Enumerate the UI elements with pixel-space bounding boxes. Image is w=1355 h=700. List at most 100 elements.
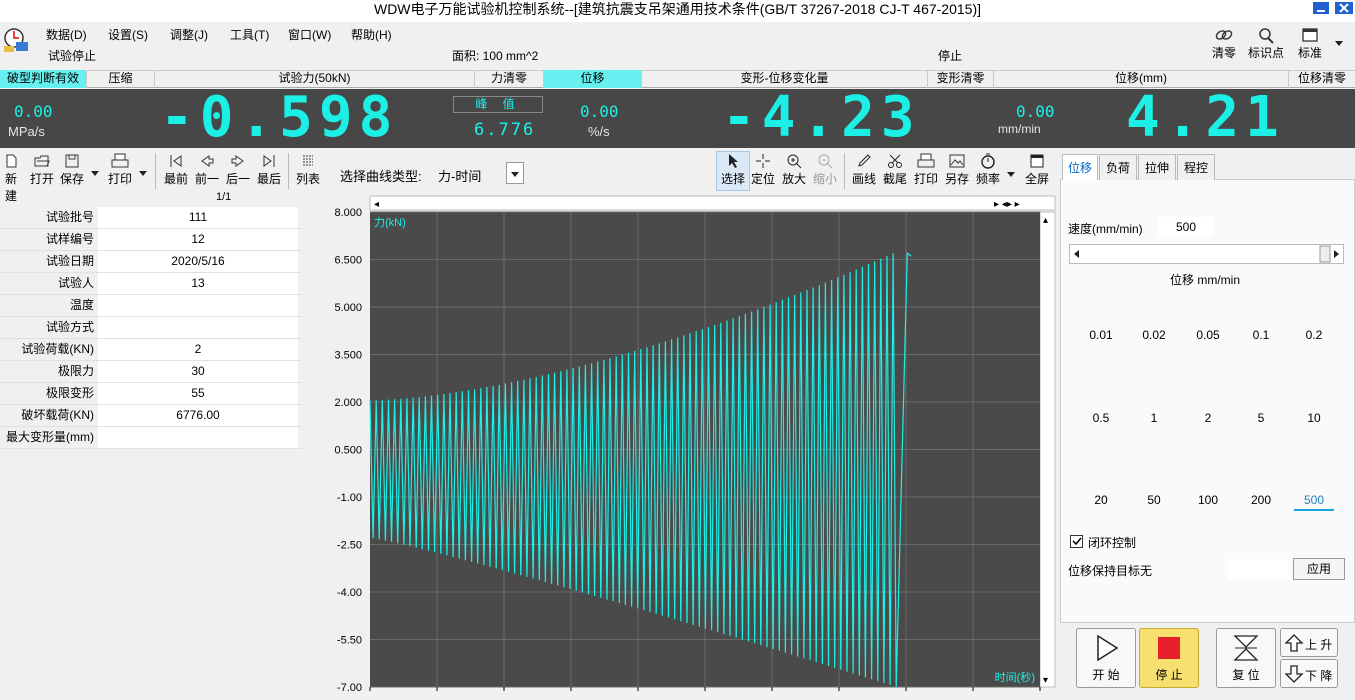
- down-button[interactable]: 下 降: [1280, 659, 1338, 688]
- speed-preset[interactable]: 0.5: [1081, 411, 1121, 429]
- chart-h-scrollbar[interactable]: [369, 195, 1056, 211]
- open-button[interactable]: 打开: [28, 153, 56, 187]
- break-check-indicator[interactable]: 破型判断有效: [0, 70, 87, 88]
- speed-preset[interactable]: 5: [1241, 411, 1281, 429]
- curve-type-dropdown[interactable]: [506, 162, 524, 184]
- reset-button[interactable]: 复 位: [1216, 628, 1276, 688]
- tab-program[interactable]: 程控: [1177, 154, 1215, 180]
- tab-displacement[interactable]: 位移: [1062, 154, 1098, 180]
- zoom-in-button[interactable]: 放大: [780, 153, 808, 187]
- next-arrow-icon: [231, 155, 244, 167]
- speed-preset[interactable]: 100: [1188, 493, 1228, 511]
- speed-preset[interactable]: 50: [1134, 493, 1174, 511]
- save-button[interactable]: 保存: [58, 153, 86, 187]
- form-value[interactable]: 111: [98, 207, 298, 228]
- curve-type-value[interactable]: 力-时间: [438, 166, 481, 185]
- cut-label: 截尾: [882, 172, 907, 186]
- speed-slider[interactable]: [1069, 244, 1344, 264]
- form-value[interactable]: 13: [98, 273, 298, 294]
- first-button[interactable]: 最前: [162, 153, 190, 187]
- speed-preset[interactable]: 0.02: [1134, 328, 1174, 346]
- last-button[interactable]: 最后: [255, 153, 283, 187]
- close-button[interactable]: [1333, 0, 1355, 16]
- form-value[interactable]: 55: [98, 383, 298, 404]
- prev-button[interactable]: 前一: [193, 153, 221, 187]
- speed-preset[interactable]: 2: [1188, 411, 1228, 429]
- print-left-label: 打印: [107, 172, 132, 186]
- next-button[interactable]: 后一: [224, 153, 252, 187]
- form-value[interactable]: 6776.00: [98, 405, 298, 426]
- frequency-button[interactable]: 频率: [973, 153, 1003, 187]
- y-tick-label: 8.000: [334, 207, 362, 219]
- form-label: 极限变形: [45, 386, 94, 400]
- menu-settings[interactable]: 设置(S): [108, 26, 148, 43]
- curve-type-label: 选择曲线类型:: [340, 169, 422, 184]
- fullscreen-button[interactable]: 全屏: [1022, 153, 1052, 187]
- displacement-channel-tab[interactable]: 位移: [544, 70, 642, 88]
- print-left-button[interactable]: 打印: [106, 153, 134, 187]
- new-button[interactable]: 新建: [0, 153, 22, 204]
- speed-preset[interactable]: 10: [1294, 411, 1334, 429]
- minimize-button[interactable]: [1310, 0, 1332, 16]
- speed-preset[interactable]: 0.05: [1188, 328, 1228, 346]
- menu-tools[interactable]: 工具(T): [230, 26, 269, 43]
- form-row: 试验人 13: [0, 273, 302, 295]
- form-value[interactable]: 2020/5/16: [98, 251, 298, 272]
- form-value[interactable]: [98, 427, 298, 448]
- zoom-out-button[interactable]: 缩小: [811, 153, 839, 187]
- list-button[interactable]: 列表: [293, 153, 323, 187]
- force-zero-button[interactable]: 力清零: [475, 70, 544, 88]
- compress-mode[interactable]: 压缩: [87, 70, 155, 88]
- menu-window[interactable]: 窗口(W): [288, 26, 331, 43]
- speed-preset[interactable]: 1: [1134, 411, 1174, 429]
- mark-point-button[interactable]: 标识点: [1246, 26, 1286, 61]
- form-value[interactable]: [98, 317, 298, 338]
- scroll-left-icon[interactable]: ◂: [374, 199, 379, 210]
- form-value[interactable]: 12: [98, 229, 298, 250]
- cut-button[interactable]: 截尾: [881, 153, 909, 187]
- deform-zero-button[interactable]: 变形清零: [928, 70, 994, 88]
- speed-preset[interactable]: 500: [1294, 493, 1334, 511]
- toolbar-separator: [844, 153, 845, 189]
- clear-button[interactable]: 清零: [1204, 26, 1244, 61]
- speed-preset[interactable]: 200: [1241, 493, 1281, 511]
- form-value[interactable]: [98, 295, 298, 316]
- cursor-icon: [729, 154, 738, 168]
- form-value[interactable]: 2: [98, 339, 298, 360]
- apply-button[interactable]: 应用: [1293, 558, 1345, 580]
- up-button[interactable]: 上 升: [1280, 628, 1338, 657]
- save-dropdown-icon[interactable]: [90, 166, 100, 180]
- speed-preset[interactable]: 20: [1081, 493, 1121, 511]
- speed-input[interactable]: 500: [1158, 217, 1214, 237]
- scroll-up-icon[interactable]: ▴: [1043, 215, 1048, 226]
- y-tick-label: -2.50: [337, 540, 362, 552]
- displacement-zero-button[interactable]: 位移清零: [1289, 70, 1355, 88]
- chart-v-scrollbar[interactable]: [1039, 211, 1056, 688]
- tab-load[interactable]: 负荷: [1099, 154, 1137, 180]
- frequency-dropdown-icon[interactable]: [1006, 167, 1016, 181]
- hold-target-input[interactable]: [1228, 559, 1290, 579]
- save-as-button[interactable]: 另存: [943, 153, 971, 187]
- scroll-right-icon[interactable]: ▸ ◂▸ ▸: [994, 199, 1020, 210]
- stop-button[interactable]: 停 止: [1139, 628, 1199, 688]
- speed-preset[interactable]: 0.2: [1294, 328, 1334, 346]
- speed-preset[interactable]: 0.1: [1241, 328, 1281, 346]
- standard-button[interactable]: 标准: [1290, 26, 1330, 61]
- locate-button[interactable]: 定位: [749, 153, 777, 187]
- draw-line-button[interactable]: 画线: [850, 153, 878, 187]
- minimize-icon: [1313, 2, 1329, 14]
- print-dropdown-icon[interactable]: [138, 166, 148, 180]
- menu-adjust[interactable]: 调整(J): [170, 26, 208, 43]
- tab-tensile[interactable]: 拉伸: [1138, 154, 1176, 180]
- form-value[interactable]: 30: [98, 361, 298, 382]
- scroll-down-icon[interactable]: ▾: [1043, 675, 1048, 686]
- closed-loop-checkbox[interactable]: [1070, 535, 1083, 548]
- menu-help[interactable]: 帮助(H): [351, 26, 392, 43]
- speed-preset[interactable]: 0.01: [1081, 328, 1121, 346]
- select-button[interactable]: 选择: [718, 153, 748, 187]
- start-button[interactable]: 开 始: [1076, 628, 1136, 688]
- standard-dropdown-icon[interactable]: [1334, 36, 1344, 50]
- form-label: 试验荷载(KN): [21, 342, 94, 356]
- print-chart-button[interactable]: 打印: [912, 153, 940, 187]
- menu-data[interactable]: 数据(D): [46, 26, 87, 43]
